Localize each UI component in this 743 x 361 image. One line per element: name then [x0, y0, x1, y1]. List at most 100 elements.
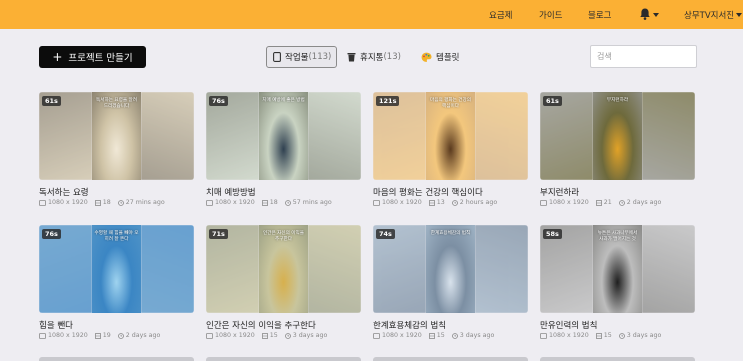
thumbnail-blur-right [475, 225, 528, 313]
updated-time: 57 mins ago [292, 199, 332, 206]
resolution-icon [206, 199, 213, 206]
resolution-text: 1080 x 1920 [549, 199, 589, 206]
thumbnail-frame: 마음의 평화는 건강의 핵심이다 [426, 92, 475, 180]
card-peek [540, 357, 695, 361]
thumbnail[interactable]: 독서하는 요령을 알려드리겠습니다 61s [39, 92, 194, 180]
thumbnail-frame: 인간은 자신의 이익을 추구한다 [259, 225, 308, 313]
thumbnail[interactable]: 치매 예방에 좋은 방법 76s [206, 92, 361, 180]
card-peek [206, 357, 361, 361]
card-meta: 1080 x 1920 19 2 days ago [39, 332, 160, 339]
card-title[interactable]: 치매 예방방법 [206, 186, 256, 198]
thumbnail-frame: 한계효용체감의 법칙 [426, 225, 475, 313]
resolution-icon [373, 332, 380, 339]
thumbnail[interactable]: 부지런하라 61s [540, 92, 695, 180]
updated-time: 27 mins ago [125, 199, 165, 206]
thumbnail-blur-right [475, 92, 528, 180]
thumbnail-frame: 부지런하라 [593, 92, 642, 180]
thumbnail-frame: 수영할 때 힘을 빼야 오히려 잘 뜬다 [92, 225, 141, 313]
duration-badge: 58s [543, 229, 562, 239]
thumbnail-blur-right [642, 92, 695, 180]
thumbnail[interactable]: 인간은 자신의 이익을 추구한다 71s [206, 225, 361, 313]
scenes-count: 19 [102, 332, 111, 339]
updated-time: 3 days ago [459, 332, 495, 339]
resolution-text: 1080 x 1920 [48, 199, 88, 206]
card-meta: 1080 x 1920 15 3 days ago [206, 332, 327, 339]
scenes-icon [261, 199, 268, 206]
card-title[interactable]: 힘을 뺀다 [39, 319, 73, 331]
card-title[interactable]: 독서하는 요령 [39, 186, 89, 198]
card-meta: 1080 x 1920 15 3 days ago [373, 332, 494, 339]
tab-trash-count: (13) [383, 52, 401, 62]
search-input[interactable] [590, 45, 697, 68]
nav-link-guide[interactable]: 가이드 [539, 9, 562, 21]
tab-trash[interactable]: 휴지통 (13) [347, 46, 401, 68]
updated-time: 2 hours ago [459, 199, 498, 206]
user-menu[interactable]: 상무TV지서진 [684, 9, 734, 21]
thumbnail-blur-right [141, 92, 194, 180]
clock-icon [284, 199, 291, 206]
thumbnail-blur-right [308, 225, 361, 313]
resolution-icon [206, 332, 213, 339]
duration-badge: 76s [209, 96, 228, 106]
card-meta: 1080 x 1920 21 2 days ago [540, 199, 661, 206]
thumbnail-caption: 한계효용체감의 법칙 [430, 231, 471, 236]
top-bar: 요금제 가이드 블로그 상무TV지서진 [0, 0, 743, 29]
card-title[interactable]: 마음의 평화는 건강의 핵심이다 [373, 186, 483, 198]
card-peek [39, 357, 194, 361]
thumbnail[interactable]: 뉴튼은 사과나무에서 사과가 떨어지는 것 58s [540, 225, 695, 313]
updated-time: 3 days ago [292, 332, 328, 339]
nav-link-blog[interactable]: 블로그 [588, 9, 611, 21]
card-title[interactable]: 부지런하라 [540, 186, 579, 198]
card-title[interactable]: 한계효용체감의 법칙 [373, 319, 446, 331]
tab-works[interactable]: 작업물 (113) [266, 46, 337, 68]
scenes-icon [595, 332, 602, 339]
scenes-icon [261, 332, 268, 339]
tab-works-count: (113) [308, 52, 332, 62]
updated-time: 2 days ago [125, 332, 161, 339]
tab-templates[interactable]: 템플릿 [421, 46, 459, 68]
card-meta: 1080 x 1920 18 27 mins ago [39, 199, 165, 206]
clock-icon [117, 199, 124, 206]
palette-icon [421, 52, 432, 62]
scenes-count: 15 [603, 332, 612, 339]
thumbnail-frame: 치매 예방에 좋은 방법 [259, 92, 308, 180]
clock-icon [117, 332, 124, 339]
tab-trash-label: 휴지통 [360, 53, 384, 63]
thumbnail[interactable]: 마음의 평화는 건강의 핵심이다 121s [373, 92, 528, 180]
thumbnail-blur-right [308, 92, 361, 180]
updated-time: 2 days ago [626, 199, 662, 206]
resolution-text: 1080 x 1920 [215, 199, 255, 206]
resolution-text: 1080 x 1920 [382, 199, 422, 206]
chevron-down-icon[interactable] [653, 13, 659, 17]
nav-link-pricing[interactable]: 요금제 [489, 9, 512, 21]
bell-icon[interactable] [638, 7, 652, 21]
duration-badge: 71s [209, 229, 228, 239]
new-project-button[interactable]: + 프로젝트 만들기 [39, 46, 146, 68]
thumbnail-caption: 독서하는 요령을 알려드리겠습니다 [96, 98, 137, 109]
thumbnail-frame: 독서하는 요령을 알려드리겠습니다 [92, 92, 141, 180]
card-peek [373, 357, 528, 361]
plus-icon: + [52, 50, 63, 64]
thumbnail[interactable]: 한계효용체감의 법칙 74s [373, 225, 528, 313]
resolution-icon [540, 332, 547, 339]
scenes-icon [94, 332, 101, 339]
thumbnail[interactable]: 수영할 때 힘을 빼야 오히려 잘 뜬다 76s [39, 225, 194, 313]
card-meta: 1080 x 1920 15 3 days ago [540, 332, 661, 339]
phone-icon [273, 52, 281, 62]
card-meta: 1080 x 1920 18 57 mins ago [206, 199, 332, 206]
card-title[interactable]: 인간은 자신의 이익을 추구한다 [206, 319, 316, 331]
duration-badge: 61s [543, 96, 562, 106]
scenes-icon [595, 199, 602, 206]
thumbnail-blur-right [141, 225, 194, 313]
tab-works-label: 작업물 [285, 53, 309, 63]
chevron-down-icon[interactable] [736, 13, 742, 17]
resolution-text: 1080 x 1920 [48, 332, 88, 339]
duration-badge: 61s [42, 96, 61, 106]
resolution-icon [39, 199, 46, 206]
updated-time: 3 days ago [626, 332, 662, 339]
scenes-count: 13 [436, 199, 445, 206]
thumbnail-frame: 뉴튼은 사과나무에서 사과가 떨어지는 것 [593, 225, 642, 313]
card-title[interactable]: 만유인력의 법칙 [540, 319, 597, 331]
duration-badge: 76s [42, 229, 61, 239]
thumbnail-caption: 부지런하라 [606, 98, 629, 103]
